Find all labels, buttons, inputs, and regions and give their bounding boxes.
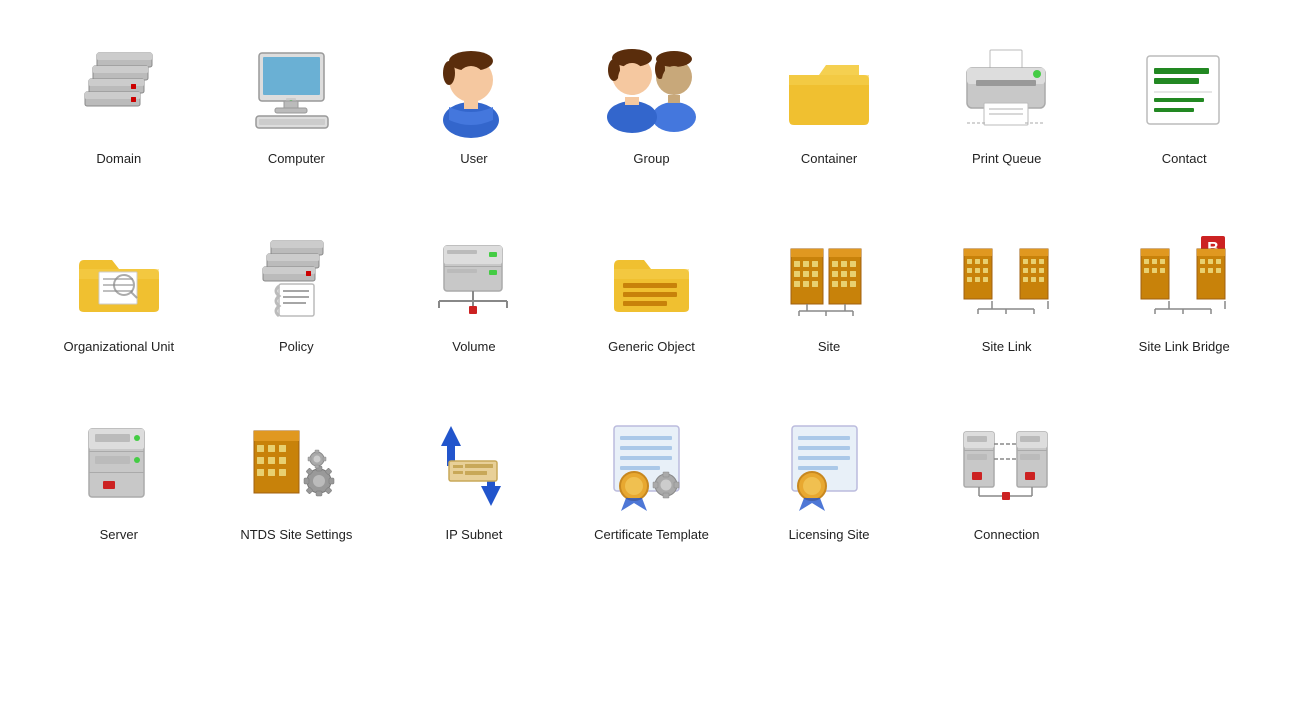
icon-cell-computer[interactable]: Computer (208, 20, 386, 178)
icon-cell-print-queue[interactable]: Print Queue (918, 20, 1096, 178)
icon-cell-site-link[interactable]: Site Link (918, 208, 1096, 366)
user-icon (424, 40, 524, 140)
group-icon (601, 40, 701, 140)
certificate-template-icon (601, 416, 701, 516)
site-icon (779, 228, 879, 328)
icon-cell-org-unit[interactable]: Organizational Unit (30, 208, 208, 366)
ntds-site-settings-icon (246, 416, 346, 516)
site-link-bridge-icon: B (1134, 228, 1234, 328)
icon-cell-policy[interactable]: Policy (208, 208, 386, 366)
computer-icon (246, 40, 346, 140)
user-label: User (460, 150, 487, 168)
print-queue-icon (957, 40, 1057, 140)
site-link-icon (957, 228, 1057, 328)
domain-label: Domain (96, 150, 141, 168)
volume-icon (424, 228, 524, 328)
contact-icon (1134, 40, 1234, 140)
container-icon (779, 40, 879, 140)
icon-cell-generic-object[interactable]: Generic Object (563, 208, 741, 366)
server-label: Server (100, 526, 138, 544)
org-unit-icon (69, 228, 169, 328)
icon-grid: Domain Computer (0, 0, 1303, 575)
connection-label: Connection (974, 526, 1040, 544)
org-unit-label: Organizational Unit (64, 338, 175, 356)
licensing-site-icon (779, 416, 879, 516)
computer-label: Computer (268, 150, 325, 168)
icon-cell-server[interactable]: Server (30, 396, 208, 554)
icon-cell-licensing-site[interactable]: Licensing Site (740, 396, 918, 554)
site-label: Site (818, 338, 840, 356)
icon-cell-site-link-bridge[interactable]: B (1095, 208, 1273, 366)
domain-icon (69, 40, 169, 140)
container-label: Container (801, 150, 857, 168)
site-link-label: Site Link (982, 338, 1032, 356)
ntds-site-settings-label: NTDS Site Settings (240, 526, 352, 544)
icon-cell-certificate-template[interactable]: Certificate Template (563, 396, 741, 554)
icon-cell-domain[interactable]: Domain (30, 20, 208, 178)
server-icon (69, 416, 169, 516)
contact-label: Contact (1162, 150, 1207, 168)
print-queue-label: Print Queue (972, 150, 1041, 168)
ip-subnet-label: IP Subnet (445, 526, 502, 544)
icon-cell-contact[interactable]: Contact (1095, 20, 1273, 178)
connection-icon (957, 416, 1057, 516)
icon-cell-user[interactable]: User (385, 20, 563, 178)
icon-cell-container[interactable]: Container (740, 20, 918, 178)
volume-label: Volume (452, 338, 495, 356)
icon-cell-site[interactable]: Site (740, 208, 918, 366)
icon-cell-connection[interactable]: Connection (918, 396, 1096, 554)
certificate-template-label: Certificate Template (594, 526, 709, 544)
policy-icon (246, 228, 346, 328)
icon-cell-ip-subnet[interactable]: IP Subnet (385, 396, 563, 554)
licensing-site-label: Licensing Site (789, 526, 870, 544)
policy-label: Policy (279, 338, 314, 356)
generic-object-label: Generic Object (608, 338, 695, 356)
icon-cell-empty (1095, 396, 1273, 554)
site-link-bridge-label: Site Link Bridge (1139, 338, 1230, 356)
ip-subnet-icon (424, 416, 524, 516)
group-label: Group (633, 150, 669, 168)
icon-cell-ntds-site-settings[interactable]: NTDS Site Settings (208, 396, 386, 554)
icon-cell-group[interactable]: Group (563, 20, 741, 178)
generic-object-icon (601, 228, 701, 328)
icon-cell-volume[interactable]: Volume (385, 208, 563, 366)
